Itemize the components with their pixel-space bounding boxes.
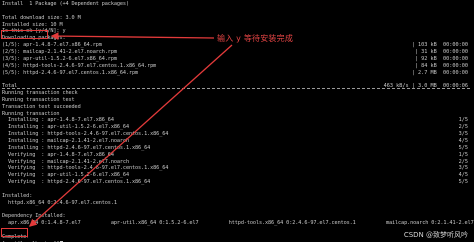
watermark-credit: CSDN @致梦听风吟 [403,231,468,239]
terminal-screen[interactable]: Install 1 Package (+4 Dependent packages… [0,0,474,242]
annotation-label: 输入 y 等待安装完成 [217,34,294,43]
arrow-to-confirm [50,32,215,40]
arrow-to-complete [29,44,233,227]
